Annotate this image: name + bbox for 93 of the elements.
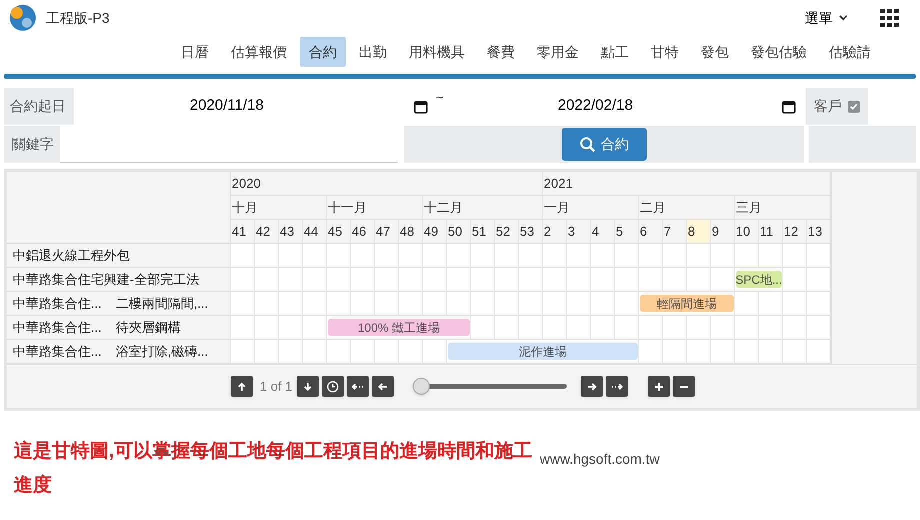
task-name: 二樓兩間隔間,... [116, 294, 208, 313]
task-label: 100% 鐵工進場 [358, 320, 440, 336]
week-label: 2 [544, 222, 552, 241]
week-label: 8 [688, 222, 696, 241]
page-indicator: 1 of 1 [260, 378, 293, 396]
week-label: 48 [400, 222, 414, 241]
up-arrow-icon [237, 382, 247, 392]
week-label: 3 [568, 222, 576, 241]
nav-tab[interactable]: 用料機具 [400, 37, 474, 67]
week-label: 45 [328, 222, 342, 241]
nav-tab[interactable]: 點工 [592, 37, 638, 67]
down-arrow-icon [302, 382, 313, 392]
project-name: 中華路集合住... [13, 294, 102, 313]
calendar-icon [414, 100, 428, 114]
nav-tab[interactable]: 估算報價 [222, 37, 296, 67]
week-label: 50 [448, 222, 462, 241]
nav-tab[interactable]: 餐費 [478, 37, 524, 67]
week-label: 4 [592, 222, 600, 241]
website-text: www.hgsoft.com.tw [540, 450, 660, 469]
week-label: 46 [352, 222, 366, 241]
task-label: 泥作進場 [519, 344, 567, 360]
caption-text: 這是甘特圖,可以掌握每個工地每個工程項目的進場時間和施工進度 [14, 440, 534, 498]
slider-thumb[interactable] [412, 378, 430, 395]
week-label: 42 [256, 222, 270, 241]
month-label: 十月 [232, 198, 258, 217]
task-name: 浴室打除,磁磚... [116, 342, 208, 361]
nav-tab[interactable]: 甘特 [642, 37, 688, 67]
task-label: SPC地... [736, 272, 782, 288]
customer-checkbox[interactable] [848, 100, 860, 112]
today-button[interactable] [322, 376, 344, 397]
year-label: 2020 [232, 174, 261, 193]
scroll-end-button[interactable] [606, 376, 628, 397]
week-label: 44 [304, 222, 318, 241]
week-label: 52 [496, 222, 510, 241]
scroll-start-button[interactable] [346, 376, 369, 397]
week-label: 12 [784, 222, 798, 241]
nav-tab[interactable]: 發包 [692, 37, 738, 67]
month-label: 十二月 [424, 198, 463, 217]
month-label: 一月 [544, 198, 570, 217]
field-label: 關鍵字 [4, 126, 60, 163]
week-label: 49 [424, 222, 438, 241]
week-label: 43 [280, 222, 294, 241]
clock-icon [326, 380, 339, 392]
month-label: 三月 [736, 198, 762, 217]
week-label: 7 [664, 222, 672, 241]
right-arrow-icon [610, 382, 623, 392]
week-label: 13 [808, 222, 822, 241]
zoom-in-button[interactable] [648, 376, 670, 397]
month-label: 二月 [640, 198, 666, 217]
search-icon [580, 136, 596, 152]
nav-tab[interactable]: 合約 [300, 37, 346, 67]
right-arrow-icon [586, 382, 597, 392]
scroll-left-button[interactable] [372, 376, 394, 397]
week-label: 53 [520, 222, 534, 241]
zoom-out-button[interactable] [672, 376, 695, 397]
app-title: 工程版-P3 [46, 8, 110, 28]
task-name: 待夾層鋼構 [116, 318, 181, 337]
nav-tab[interactable]: 出勤 [350, 37, 396, 67]
nav-tab[interactable]: 估驗請 [820, 37, 880, 67]
project-name: 中鋁退火線工程外包 [13, 246, 130, 265]
caret-icon [839, 15, 848, 21]
left-arrow-icon [378, 382, 388, 392]
week-label: 51 [472, 222, 486, 241]
week-label: 47 [376, 222, 390, 241]
month-label: 十一月 [328, 198, 367, 217]
app-grid-icon[interactable] [880, 9, 900, 27]
nav-tab[interactable]: 日曆 [172, 37, 218, 67]
calendar-icon [782, 100, 796, 114]
project-name: 中華路集合住宅興建-全部完工法 [13, 270, 200, 289]
range-separator: ~ [435, 89, 444, 107]
zoom-slider[interactable] [412, 378, 567, 395]
project-name: 中華路集合住... [13, 342, 102, 361]
year-label: 2021 [544, 174, 573, 193]
nav-tab[interactable]: 發包估驗 [742, 37, 816, 67]
plus-icon [654, 382, 664, 392]
week-label: 41 [232, 222, 246, 241]
left-arrow-icon [352, 382, 364, 392]
logo-icon [8, 4, 38, 32]
week-label: 5 [616, 222, 624, 241]
menu-dropdown[interactable]: 選單 [805, 8, 848, 28]
project-name: 中華路集合住... [13, 318, 102, 337]
week-label: 9 [712, 222, 720, 241]
week-label: 10 [736, 222, 750, 241]
task-label: 輕隔間進場 [657, 296, 717, 312]
week-label: 11 [760, 222, 774, 241]
nav-tab[interactable]: 零用金 [528, 37, 588, 67]
scroll-up-button[interactable] [231, 376, 253, 397]
scroll-down-button[interactable] [296, 376, 319, 397]
scroll-right-button[interactable] [580, 376, 603, 397]
week-label: 6 [640, 222, 648, 241]
field-label: 客戶 [814, 97, 842, 116]
field-label: 合約起日 [4, 88, 74, 125]
search-button[interactable]: 合約 [562, 128, 647, 161]
